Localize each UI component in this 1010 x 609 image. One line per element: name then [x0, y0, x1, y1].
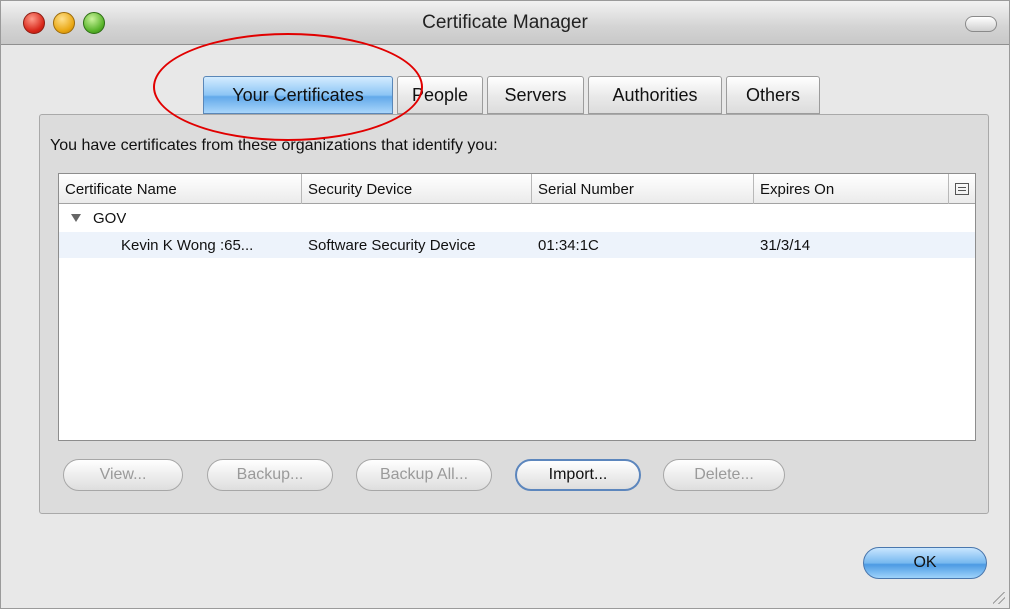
tab-authorities[interactable]: Authorities	[588, 76, 722, 114]
column-header-serial-number[interactable]: Serial Number	[532, 174, 754, 204]
tab-people[interactable]: People	[397, 76, 483, 114]
backup-all-button[interactable]: Backup All...	[356, 459, 492, 491]
cell-serial-number: 01:34:1C	[538, 236, 599, 254]
group-name: GOV	[93, 209, 127, 227]
ok-button[interactable]: OK	[863, 547, 987, 579]
tab-bar: Your Certificates People Servers Authori…	[203, 76, 820, 116]
backup-button[interactable]: Backup...	[207, 459, 333, 491]
window-title: Certificate Manager	[422, 12, 588, 33]
toolbar-toggle-button[interactable]	[965, 16, 997, 32]
column-header-expires-on[interactable]: Expires On	[754, 174, 949, 204]
column-header-security-device[interactable]: Security Device	[302, 174, 532, 204]
disclosure-triangle-icon[interactable]	[71, 214, 81, 222]
resize-grip-icon[interactable]	[993, 592, 1005, 604]
certificate-table: Certificate Name Security Device Serial …	[58, 173, 976, 441]
table-group-row[interactable]: GOV	[59, 205, 975, 231]
column-picker-icon	[955, 183, 969, 195]
cell-expires-on: 31/3/14	[760, 236, 811, 254]
table-row[interactable]: Kevin K Wong :65... Software Security De…	[59, 232, 975, 258]
view-button[interactable]: View...	[63, 459, 183, 491]
column-picker-button[interactable]	[949, 174, 975, 204]
title-bar: Certificate Manager	[1, 1, 1009, 45]
certificate-manager-window: Certificate Manager Your Certificates Pe…	[0, 0, 1010, 609]
tab-others[interactable]: Others	[726, 76, 820, 114]
column-header-certificate-name[interactable]: Certificate Name	[59, 174, 302, 204]
intro-text: You have certificates from these organiz…	[50, 137, 498, 154]
table-header: Certificate Name Security Device Serial …	[59, 174, 975, 204]
tab-servers[interactable]: Servers	[487, 76, 584, 114]
delete-button[interactable]: Delete...	[663, 459, 785, 491]
cell-certificate-name: Kevin K Wong :65...	[121, 236, 254, 254]
import-button[interactable]: Import...	[515, 459, 641, 491]
tab-your-certificates[interactable]: Your Certificates	[203, 76, 393, 114]
cell-security-device: Software Security Device	[308, 236, 476, 254]
tab-panel: You have certificates from these organiz…	[39, 114, 989, 514]
